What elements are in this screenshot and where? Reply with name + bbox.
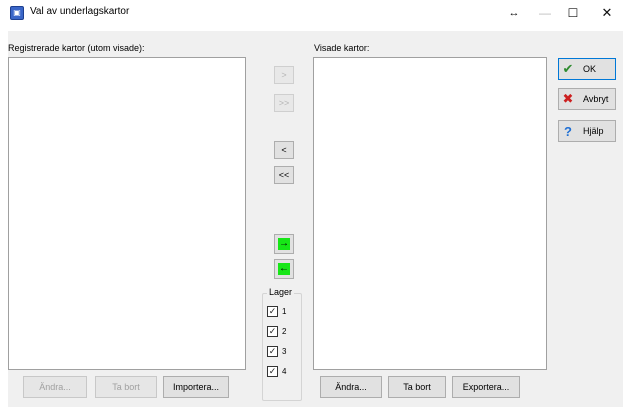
checkbox-icon: ✓ [267,346,278,357]
registered-maps-label: Registrerade kartor (utom visade): [8,43,145,53]
arrow-right-icon: → [278,238,290,250]
layer-label: 2 [282,327,287,336]
action-panel: ✔ OK ✖ Avbryt ? Hjälp [552,31,623,407]
import-button[interactable]: Importera... [163,376,229,398]
cancel-button[interactable]: ✖ Avbryt [558,88,616,110]
window-title: Val av underlagskartor [30,6,130,17]
layer-1-checkbox[interactable]: ✓ 1 [267,306,286,317]
layer-label: 1 [282,307,287,316]
cross-icon: ✖ [562,91,574,106]
move-one-left-button[interactable]: < [274,141,294,159]
transfer-panel: > >> < << → ← Lager ✓ 1 ✓ 2 ✓ 3 ✓ 4 [254,31,310,407]
green-arrow-right-button[interactable]: → [274,234,294,254]
layers-legend: Lager [267,287,295,297]
shown-maps-label: Visade kartor: [314,43,370,53]
remove-registered-button[interactable]: Ta bort [95,376,157,398]
app-icon: ▣ [10,6,24,20]
layers-group: Lager ✓ 1 ✓ 2 ✓ 3 ✓ 4 [262,287,302,401]
registered-maps-list[interactable] [8,57,246,370]
close-button[interactable]: ✕ [590,0,623,25]
layer-3-checkbox[interactable]: ✓ 3 [267,346,286,357]
cancel-label: Avbryt [583,94,609,104]
layer-label: 4 [282,367,287,376]
maximize-button[interactable]: ☐ [556,0,590,25]
green-arrow-left-button[interactable]: ← [274,259,294,279]
help-label: Hjälp [583,126,604,136]
remove-shown-button[interactable]: Ta bort [388,376,446,398]
dialog-client: Registrerade kartor (utom visade): Ändra… [8,31,623,407]
shown-maps-list[interactable] [313,57,547,370]
checkmark-icon: ✔ [562,61,574,76]
title-bar: ▣ Val av underlagskartor ↔ — ☐ ✕ [0,0,623,25]
layer-4-checkbox[interactable]: ✓ 4 [267,366,286,377]
checkbox-icon: ✓ [267,306,278,317]
ok-button[interactable]: ✔ OK [558,58,616,80]
checkbox-icon: ✓ [267,326,278,337]
layer-label: 3 [282,347,287,356]
question-icon: ? [564,123,572,139]
layer-2-checkbox[interactable]: ✓ 2 [267,326,286,337]
move-one-right-button[interactable]: > [274,66,294,84]
registered-maps-panel: Registrerade kartor (utom visade): Ändra… [8,31,254,407]
edit-registered-button[interactable]: Ändra... [23,376,87,398]
checkbox-icon: ✓ [267,366,278,377]
arrow-left-icon: ← [278,263,290,275]
edit-shown-button[interactable]: Ändra... [320,376,382,398]
shown-maps-panel: Visade kartor: Ändra... Ta bort Exporter… [310,31,552,407]
move-all-right-button[interactable]: >> [274,94,294,112]
help-button[interactable]: ? Hjälp [558,120,616,142]
export-button[interactable]: Exportera... [452,376,520,398]
ok-label: OK [583,64,597,74]
move-all-left-button[interactable]: << [274,166,294,184]
resize-icon[interactable]: ↔ [500,0,528,25]
